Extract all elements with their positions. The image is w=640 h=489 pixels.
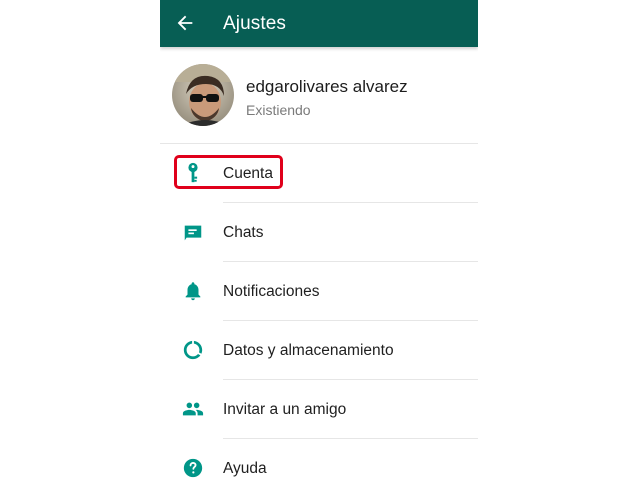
settings-screen: Ajustes edgarolivares alvarez Existiendo… <box>160 0 478 489</box>
app-bar: Ajustes <box>160 0 478 47</box>
settings-item-label: Datos y almacenamiento <box>223 342 394 359</box>
bell-icon <box>185 282 201 301</box>
highlight-box <box>174 155 283 189</box>
settings-item-label: Ayuda <box>223 460 267 477</box>
profile-status: Existiendo <box>246 102 311 118</box>
settings-item-label: Notificaciones <box>223 283 320 300</box>
settings-item-ayuda[interactable]: Ayuda <box>160 439 478 489</box>
settings-item-datos[interactable]: Datos y almacenamiento <box>160 321 478 380</box>
settings-item-chats[interactable]: Chats <box>160 203 478 262</box>
chat-icon <box>184 225 202 241</box>
settings-item-label: Chats <box>223 224 264 241</box>
profile-name: edgarolivares alvarez <box>246 77 408 96</box>
profile-row[interactable]: edgarolivares alvarez Existiendo <box>160 47 478 143</box>
settings-item-notificaciones[interactable]: Notificaciones <box>160 262 478 321</box>
avatar-photo <box>172 64 234 126</box>
page-title: Ajustes <box>223 13 287 34</box>
avatar[interactable] <box>172 64 234 126</box>
people-icon <box>182 402 204 416</box>
help-icon <box>183 458 203 478</box>
settings-item-invitar[interactable]: Invitar a un amigo <box>160 380 478 439</box>
settings-item-label: Invitar a un amigo <box>223 401 347 418</box>
data-usage-icon <box>183 340 203 360</box>
back-arrow-icon[interactable] <box>174 12 196 34</box>
